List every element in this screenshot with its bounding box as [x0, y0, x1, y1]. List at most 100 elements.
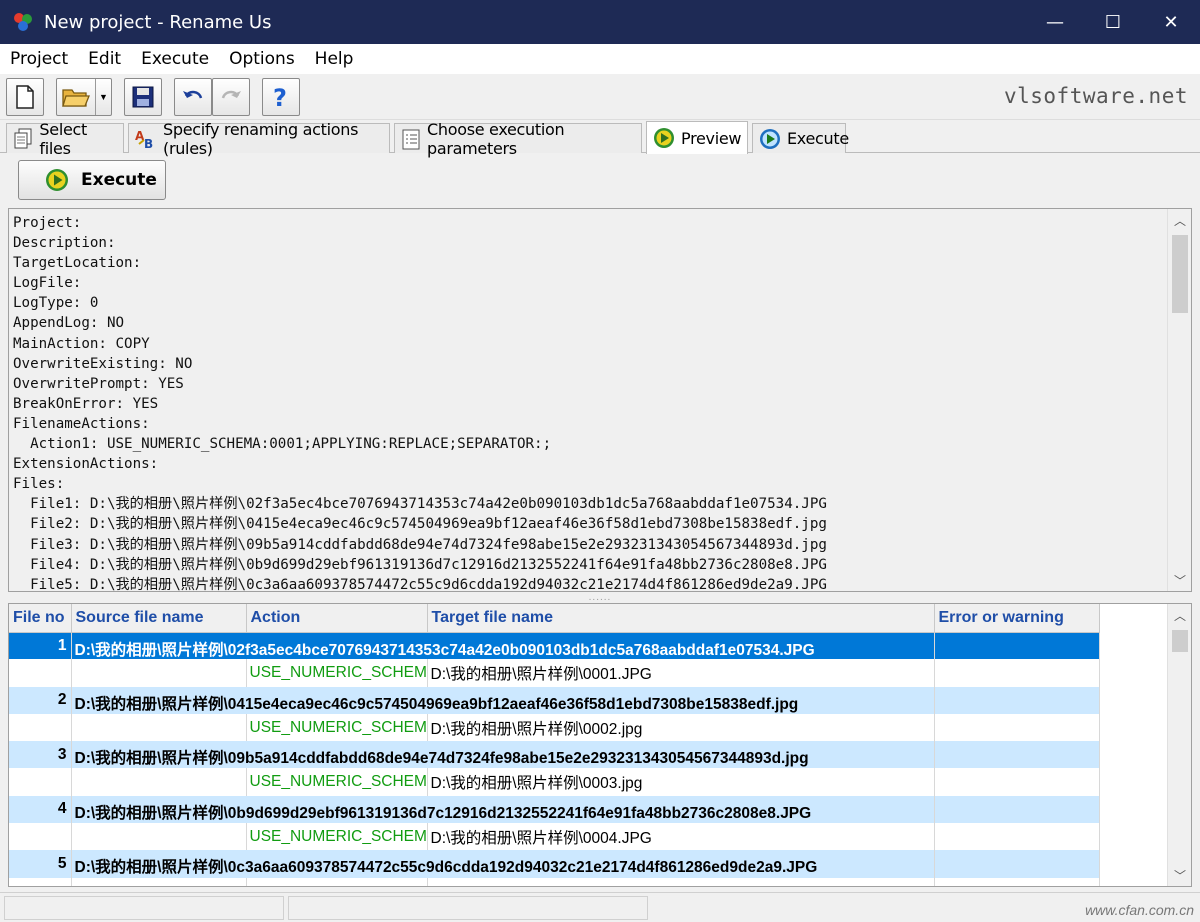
menu-execute[interactable]: Execute: [131, 49, 219, 69]
action-cell: [246, 877, 428, 886]
preview-grid: File no Source file name Action Target f…: [8, 603, 1192, 887]
table-row[interactable]: 3 D:\我的相册\照片样例\09b5a914cddfabdd68de94e74d…: [9, 741, 1100, 769]
column-header-file-no[interactable]: File no: [9, 604, 72, 633]
status-pane: [4, 896, 284, 920]
undo-button[interactable]: [174, 78, 212, 116]
panel-splitter[interactable]: ......: [0, 592, 1200, 602]
source-file-name: D:\我的相册\照片样例\0415e4eca9ec46c9c574504969e…: [74, 695, 799, 713]
brand-label: vlsoftware.net: [1003, 84, 1188, 108]
table-row-detail[interactable]: USE_NUMERIC_SCHEMA:0004D:\我的相册\照片样例\0004…: [9, 823, 1100, 851]
source-file-cell: D:\我的相册\照片样例\0415e4eca9ec46c9c574504969e…: [71, 686, 935, 714]
file-number-cell: 5: [9, 850, 72, 878]
menu-help[interactable]: Help: [305, 49, 364, 69]
table-row[interactable]: 2 D:\我的相册\照片样例\0415e4eca9ec46c9c574504969…: [9, 686, 1100, 714]
table-row-detail[interactable]: USE_NUMERIC_SCHEMA:0003D:\我的相册\照片样例\0003…: [9, 768, 1100, 796]
grid-scrollbar[interactable]: ︿ ﹀: [1167, 604, 1191, 886]
empty-cell: [9, 659, 72, 687]
save-project-button[interactable]: [124, 78, 162, 116]
redo-icon: [221, 90, 241, 99]
files-icon: [13, 128, 33, 150]
open-project-button[interactable]: ▼: [56, 78, 112, 116]
action-cell: USE_NUMERIC_SCHEMA:0002: [246, 713, 428, 742]
log-line: AppendLog: NO: [13, 315, 125, 332]
error-cell: [934, 850, 1100, 878]
source-file-name: D:\我的相册\照片样例\09b5a914cddfabdd68de94e74d7…: [74, 750, 809, 768]
tab-label: Specify renaming actions (rules): [163, 119, 359, 158]
table-row[interactable]: 1 D:\我的相册\照片样例\02f3a5ec4bce7076943714353c…: [9, 632, 1100, 660]
log-line: File3: D:\我的相册\照片样例\09b5a914cddfabdd68de…: [13, 536, 827, 553]
table-row[interactable]: 4 D:\我的相册\照片样例\0b9d699d29ebf961319136d7c1…: [9, 795, 1100, 824]
table-row-detail[interactable]: USE_NUMERIC_SCHEMA:0001D:\我的相册\照片样例\0001…: [9, 659, 1100, 687]
scroll-up-icon[interactable]: ︿: [1168, 604, 1191, 626]
log-line: File2: D:\我的相册\照片样例\0415e4eca9ec46c9c574…: [13, 516, 827, 533]
tab-execution-parameters[interactable]: Choose execution parameters: [394, 120, 642, 158]
source-file-cell: D:\我的相册\照片样例\0c3a6aa609378574472c55c9d6c…: [71, 850, 935, 878]
help-button[interactable]: ?: [262, 78, 300, 116]
svg-text:?: ?: [273, 84, 287, 110]
log-line: File1: D:\我的相册\照片样例\02f3a5ec4bce70769437…: [13, 496, 827, 513]
target-file-cell: D:\我的相册\照片样例\0003.jpg: [427, 768, 935, 796]
help-icon: ?: [273, 84, 287, 110]
log-line: File5: D:\我的相册\照片样例\0c3a6aa609378574472c…: [13, 576, 827, 592]
undo-icon: [183, 90, 203, 99]
source-file-name: D:\我的相册\照片样例\02f3a5ec4bce7076943714353c7…: [74, 641, 815, 659]
log-line: Files:: [13, 476, 65, 493]
play-icon: [759, 128, 781, 150]
scroll-down-icon[interactable]: ﹀: [1168, 864, 1191, 886]
tab-renaming-actions[interactable]: AB Specify renaming actions (rules): [128, 120, 390, 158]
execute-button-label: Execute: [81, 170, 157, 190]
error-cell: [934, 686, 1100, 714]
close-button[interactable]: ✕: [1142, 0, 1200, 44]
column-header-source[interactable]: Source file name: [71, 604, 247, 633]
table-row-detail[interactable]: [9, 877, 1100, 886]
menu-options[interactable]: Options: [219, 49, 305, 69]
project-log-text[interactable]: Project: Description: TargetLocation: LogFi…: [8, 208, 1192, 592]
status-bar: www.cfan.com.cn: [0, 892, 1200, 922]
grid-header: File no Source file name Action Target f…: [9, 604, 1100, 633]
empty-cell: [71, 713, 247, 742]
log-line: TargetLocation:: [13, 255, 142, 272]
save-icon: [132, 86, 154, 108]
scroll-thumb[interactable]: [1172, 630, 1188, 652]
tab-label: Choose execution parameters: [427, 119, 565, 158]
maximize-button[interactable]: ☐: [1084, 0, 1142, 44]
action-cell: USE_NUMERIC_SCHEMA:0001: [246, 659, 428, 687]
target-file-cell: [427, 877, 935, 886]
log-scrollbar[interactable]: ︿ ﹀: [1167, 209, 1191, 591]
log-lines: Project: Description: TargetLocation: LogFi…: [13, 213, 1165, 592]
svg-text:B: B: [144, 137, 153, 150]
tab-preview[interactable]: Preview: [646, 121, 748, 154]
table-row-detail[interactable]: USE_NUMERIC_SCHEMA:0002D:\我的相册\照片样例\0002…: [9, 713, 1100, 742]
error-cell: [934, 795, 1100, 824]
empty-cell: [9, 768, 72, 796]
column-header-error[interactable]: Error or warning: [934, 604, 1100, 633]
scroll-down-icon[interactable]: ﹀: [1168, 569, 1191, 591]
menu-project[interactable]: Project: [0, 49, 78, 69]
scroll-up-icon[interactable]: ︿: [1168, 209, 1191, 231]
empty-cell: [71, 659, 247, 687]
column-header-action[interactable]: Action: [246, 604, 428, 633]
minimize-button[interactable]: —: [1026, 0, 1084, 44]
log-line: Project:: [13, 215, 82, 231]
dropdown-arrow-icon[interactable]: ▼: [95, 79, 111, 115]
play-icon: [653, 127, 675, 149]
wizard-tabs: Select files AB Specify renaming actions…: [0, 120, 1200, 158]
log-line: OverwritePrompt: YES: [13, 375, 184, 392]
scroll-thumb[interactable]: [1172, 235, 1188, 313]
tab-label: Execute: [787, 129, 849, 148]
toolbar: ▼ ? vlsoftware.net: [0, 74, 1200, 120]
tab-select-files[interactable]: Select files: [6, 120, 124, 158]
error-cell: [934, 741, 1100, 769]
new-project-button[interactable]: [6, 78, 44, 116]
log-line: MainAction: COPY: [13, 335, 150, 352]
file-number-cell: 2: [9, 686, 72, 714]
column-header-target[interactable]: Target file name: [427, 604, 935, 633]
table-row[interactable]: 5 D:\我的相册\照片样例\0c3a6aa609378574472c55c9d6…: [9, 850, 1100, 878]
tab-execute[interactable]: Execute: [752, 123, 849, 153]
redo-button[interactable]: [212, 78, 250, 116]
log-line: Action1: USE_NUMERIC_SCHEMA:0001;APPLYIN…: [13, 436, 552, 453]
rename-us-app-icon: [12, 11, 34, 33]
execute-button[interactable]: Execute: [18, 160, 166, 200]
checklist-icon: [401, 128, 421, 150]
menu-edit[interactable]: Edit: [78, 49, 131, 69]
